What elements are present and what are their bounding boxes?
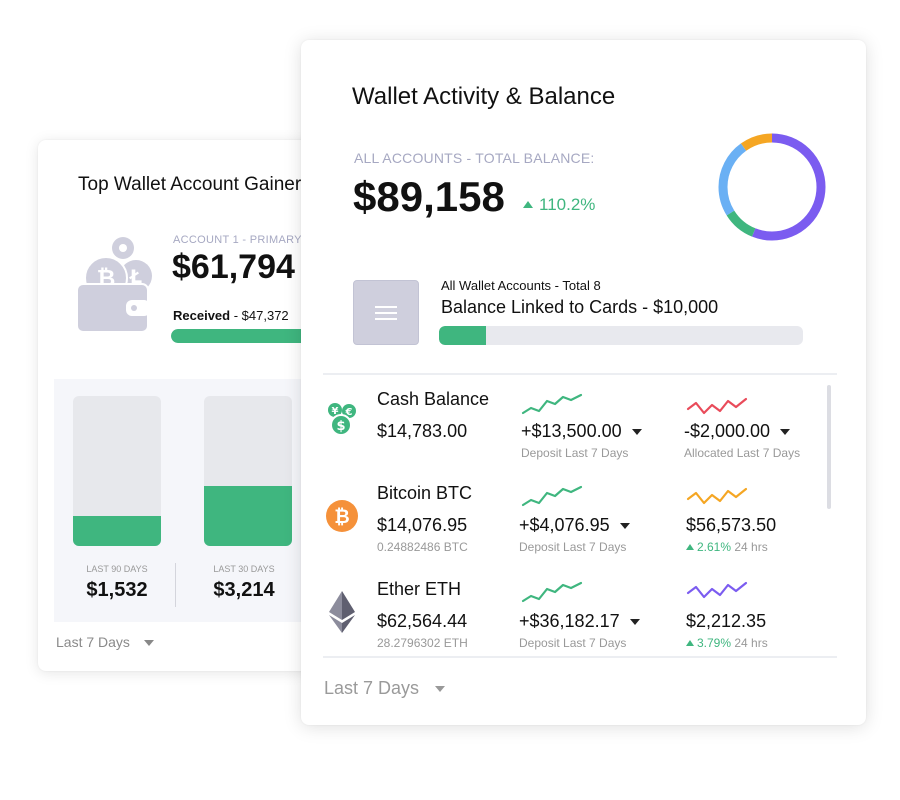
card-title: Wallet Activity & Balance [352, 83, 616, 110]
list-item-bitcoin[interactable]: ₿ Bitcoin BTC $14,076.95 0.24882486 BTC … [323, 469, 823, 559]
wallet-activity-card: Wallet Activity & Balance ALL ACCOUNTS -… [301, 40, 866, 725]
top-wallet-gainers-card: Top Wallet Account Gainers Ł ₿ ACCOUNT 1… [38, 140, 338, 671]
allocated-caption: Allocated Last 7 Days [684, 446, 801, 460]
chevron-down-icon [619, 523, 630, 530]
linked-title: Balance Linked to Cards - $10,000 [441, 297, 719, 317]
price-change: 2.61% 24 hrs [686, 540, 768, 554]
chevron-down-icon [631, 429, 642, 436]
period-select[interactable]: Last 7 Days [324, 678, 446, 699]
chevron-down-icon [143, 640, 154, 647]
bar-value: $3,214 [213, 579, 275, 601]
list-item-cash[interactable]: ¥ € $ Cash Balance $14,783.00 +$13,500.0… [323, 375, 823, 465]
deposit-dropdown[interactable]: +$4,076.95 [519, 515, 630, 536]
price-value: $2,212.35 [686, 611, 767, 631]
bar-label: LAST 90 DAYS [86, 564, 148, 574]
total-balance-amount: $89,158 [353, 173, 505, 220]
scrollbar[interactable] [827, 385, 831, 509]
price-value: $56,573.50 [686, 515, 777, 535]
price-sparkline [686, 581, 748, 599]
crypto-wallet-icon: Ł ₿ [76, 237, 152, 333]
price-change-pct: 3.79% [697, 636, 732, 650]
ethereum-icon [329, 591, 355, 633]
price-change-pct: 2.61% [697, 540, 732, 554]
bar-label: LAST 30 DAYS [213, 564, 275, 574]
svg-text:₿: ₿ [334, 506, 349, 528]
chevron-down-icon [629, 619, 640, 626]
deposit-caption: Deposit Last 7 Days [519, 540, 627, 554]
cash-icon: ¥ € $ [328, 403, 356, 436]
wallet-value: $14,076.95 [377, 515, 468, 535]
linked-progress-bar [439, 326, 803, 345]
total-change-value: 110.2% [539, 195, 596, 214]
deposit-caption: Deposit Last 7 Days [519, 636, 627, 650]
deposit-caption: Deposit Last 7 Days [521, 446, 629, 460]
wallet-value: $62,564.44 [377, 611, 468, 631]
chevron-down-icon [435, 686, 446, 693]
wallet-subvalue: 28.2796302 ETH [377, 636, 468, 650]
deposit-dropdown[interactable]: +$36,182.17 [519, 611, 640, 632]
allocated-dropdown[interactable]: -$2,000.00 [684, 421, 791, 442]
received-label: Received [173, 308, 231, 323]
menu-button[interactable] [353, 280, 419, 345]
arrow-up-icon [523, 201, 533, 209]
card-title: Top Wallet Account Gainers [78, 174, 311, 195]
price-change-period: 24 hrs [734, 540, 768, 554]
deposit-sparkline [521, 485, 583, 507]
arrow-up-icon [686, 543, 694, 550]
total-change-badge: 110.2% [523, 195, 595, 215]
total-balance-label: ALL ACCOUNTS - TOTAL BALANCE: [354, 150, 595, 166]
deposit-value: +$4,076.95 [519, 515, 610, 535]
allocated-sparkline [686, 397, 748, 415]
deposit-dropdown[interactable]: +$13,500.00 [521, 421, 642, 442]
price-change: 3.79% 24 hrs [686, 636, 768, 650]
deposit-sparkline [521, 581, 583, 603]
linked-progress-fill [439, 326, 487, 345]
list-item-ether[interactable]: Ether ETH $62,564.44 28.2796302 ETH +$36… [323, 565, 823, 655]
deposit-sparkline [521, 393, 583, 415]
wallet-name: Ether ETH [377, 579, 462, 599]
period-select[interactable]: Last 7 Days [56, 634, 154, 650]
bar-value: $1,532 [86, 579, 148, 601]
bar-90-days [73, 396, 161, 546]
wallet-name: Bitcoin BTC [377, 483, 473, 503]
balance-donut-chart [718, 133, 826, 241]
received-value: $47,372 [241, 308, 289, 323]
bitcoin-icon: ₿ [326, 500, 358, 532]
arrow-up-icon [686, 639, 694, 646]
period-select-label: Last 7 Days [56, 634, 130, 650]
bar-fill [73, 516, 161, 546]
account-label: ACCOUNT 1 - PRIMARY [173, 234, 302, 246]
chevron-down-icon [780, 429, 791, 436]
bar-30-days [204, 396, 292, 546]
menu-icon [375, 305, 397, 320]
svg-text:$: $ [336, 419, 345, 434]
wallet-list: ¥ € $ Cash Balance $14,783.00 +$13,500.0… [323, 373, 837, 658]
price-change-period: 24 hrs [734, 636, 768, 650]
period-bars-panel: LAST 90 DAYS $1,532 LAST 30 DAYS $3,214 [54, 379, 338, 622]
account-amount: $61,794 [172, 248, 295, 286]
wallet-value: $14,783.00 [377, 421, 468, 441]
bar-fill [204, 486, 292, 546]
divider [175, 563, 176, 607]
deposit-value: +$36,182.17 [519, 611, 620, 631]
wallet-name: Cash Balance [377, 389, 490, 409]
received-text: Received - $47,372 [173, 308, 289, 323]
linked-subtitle: All Wallet Accounts - Total 8 [441, 278, 601, 293]
period-select-label: Last 7 Days [324, 678, 420, 698]
deposit-value: +$13,500.00 [521, 421, 622, 441]
price-sparkline [686, 487, 748, 505]
allocated-value: -$2,000.00 [684, 421, 771, 441]
wallet-subvalue: 0.24882486 BTC [377, 540, 468, 554]
